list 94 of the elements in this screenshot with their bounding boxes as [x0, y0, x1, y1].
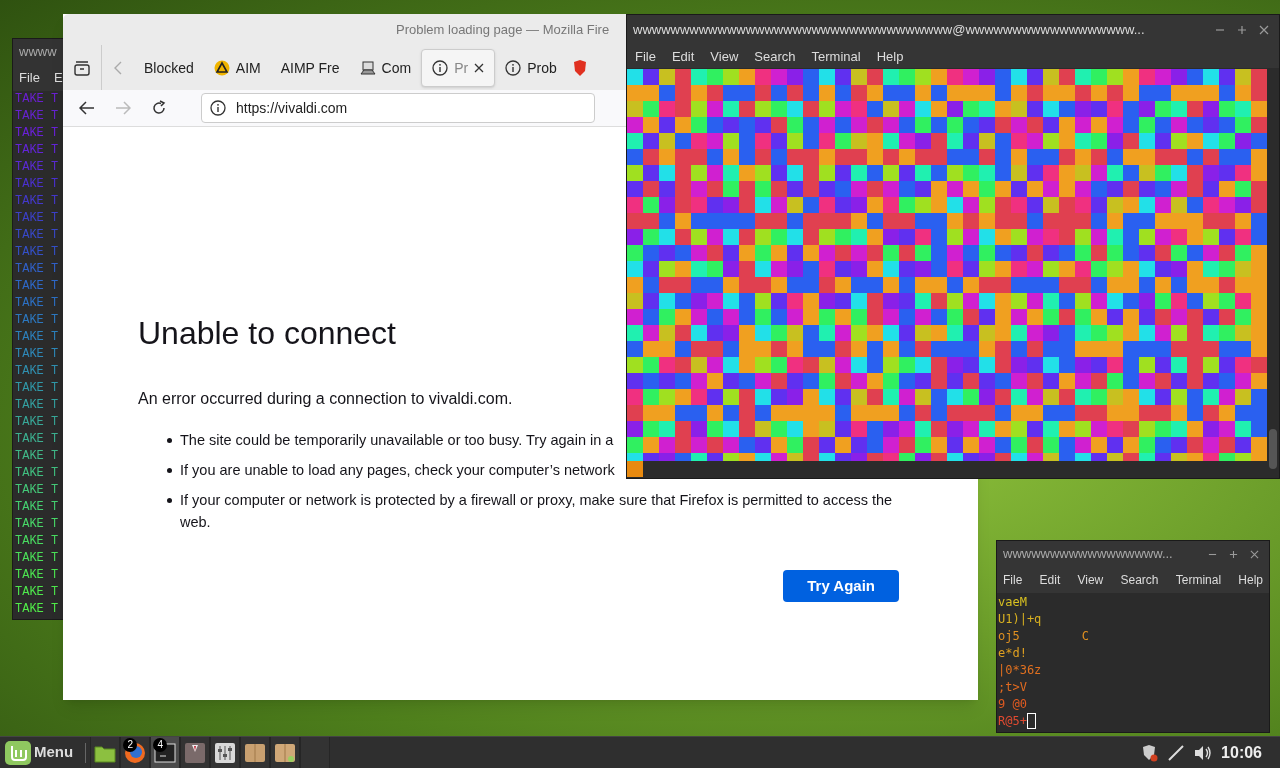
terminal-line: TAKE T: [15, 159, 60, 176]
browser-tab[interactable]: Prob: [495, 49, 567, 87]
try-again-button[interactable]: Try Again: [783, 570, 899, 602]
menu-item[interactable]: Terminal: [1175, 571, 1222, 589]
terminal-line: TAKE T: [15, 414, 60, 431]
terminal-line: TAKE T: [15, 312, 60, 329]
terminal-line: TAKE T: [15, 176, 60, 193]
error-message: An error occurred during a connection to vivaldi.com.: [138, 389, 514, 409]
menu-item[interactable]: File: [635, 46, 656, 67]
maximize-icon[interactable]: [1237, 25, 1247, 35]
terminal-text: C: [1081, 627, 1089, 645]
maximize-icon[interactable]: [1229, 549, 1238, 559]
terminal-line: TAKE T: [15, 601, 60, 618]
info-icon: [210, 100, 226, 116]
window-title: Problem loading page — Mozilla Fire: [396, 20, 610, 39]
terminal-line: TAKE T: [15, 91, 60, 108]
reload-icon[interactable]: [151, 100, 167, 116]
menu-item[interactable]: Terminal: [811, 46, 861, 67]
terminal-line: TAKE T: [15, 193, 60, 210]
menu-item[interactable]: View: [1077, 571, 1104, 589]
triangle-logo-icon: [213, 60, 230, 76]
window-title: wwwwwwwwwwwwwwwww...: [1003, 545, 1173, 564]
browser-tab[interactable]: AIM: [203, 49, 271, 87]
terminal-line: TAKE T: [15, 278, 60, 295]
cursor-block-icon: [627, 461, 643, 477]
window-count-badge: 2: [123, 737, 138, 752]
terminal-line: e*d!: [998, 644, 1027, 662]
clock[interactable]: 10:06: [1221, 740, 1262, 765]
terminal-line: TAKE T: [15, 346, 60, 363]
tray-icon[interactable]: [73, 58, 91, 77]
close-icon[interactable]: [474, 63, 485, 73]
lion-shield-icon[interactable]: [572, 59, 587, 76]
taskbar-app[interactable]: 2: [120, 736, 151, 768]
info-icon: [505, 60, 522, 76]
terminal-line: TAKE T: [15, 465, 60, 482]
terminal-line: TAKE T: [15, 244, 60, 261]
terminal-line: TAKE T: [15, 516, 60, 533]
terminal-line: TAKE T: [15, 482, 60, 499]
terminal-line: TAKE T: [15, 227, 60, 244]
terminal-line: TAKE T: [15, 550, 60, 567]
menu-item[interactable]: Help: [1238, 571, 1263, 589]
scrollbar[interactable]: [1269, 429, 1277, 469]
terminal-line: TAKE T: [15, 499, 60, 516]
menu-item[interactable]: E: [53, 68, 63, 88]
browser-tab[interactable]: Blocked: [134, 49, 204, 87]
terminal-line: TAKE T: [15, 329, 60, 346]
terminal-line: TAKE T: [15, 261, 60, 278]
terminal-line: TAKE T: [15, 210, 60, 227]
window-title: wwww: [19, 43, 57, 62]
window-count-badge: 4: [153, 737, 168, 752]
suggestion-text: The site could be temporarily unavailable or too busy. Try again in a: [180, 431, 614, 450]
terminal-line: TAKE T: [15, 397, 60, 414]
menu-item[interactable]: Search: [1120, 571, 1159, 589]
back-arrow-icon[interactable]: [79, 101, 95, 115]
taskbar-app[interactable]: [90, 736, 121, 768]
error-heading: Unable to connect: [138, 317, 397, 349]
terminal-line: |0*36z: [998, 661, 1042, 679]
terminal-line: TAKE T: [15, 295, 60, 312]
terminal-line: vaeM: [998, 593, 1027, 611]
taskbar-app[interactable]: 4: [150, 736, 181, 768]
terminal-line: 9 @0: [998, 695, 1027, 713]
mint-logo-icon: [4, 739, 32, 766]
menu-item[interactable]: View: [710, 46, 739, 67]
shield-icon[interactable]: [1141, 743, 1160, 762]
terminal-line: oj5: [998, 627, 1020, 645]
menu-item[interactable]: Help: [876, 46, 904, 67]
menu-button[interactable]: Menu: [0, 737, 82, 768]
network-cable-icon[interactable]: [1167, 743, 1186, 762]
menu-item[interactable]: Edit: [1039, 571, 1061, 589]
terminal-line: TAKE T: [15, 142, 60, 159]
terminal-line: TAKE T: [15, 533, 60, 550]
url-field[interactable]: https://vivaldi.com: [201, 93, 595, 123]
terminal-line: ;t>V: [998, 678, 1027, 696]
suggestion-text: If your computer or network is protected by a firewall or proxy, make sure that Firefox is permitted to access the web.: [180, 491, 894, 532]
window-title: wwwwwwwwwwwwwwwwwwwwwwwwwwwwwwwwww@wwwwwwwwwwwwwwwwww...: [633, 21, 1145, 40]
menu-item[interactable]: Edit: [671, 46, 695, 67]
menu-item[interactable]: Search: [754, 46, 796, 67]
suggestion-text: If you are unable to load any pages, check your computer’s network: [180, 461, 615, 480]
terminal-line: TAKE T: [15, 448, 60, 465]
terminal-line: TAKE T: [15, 363, 60, 380]
info-icon: [432, 60, 449, 76]
terminal-line: TAKE T: [15, 584, 60, 601]
menu-item[interactable]: File: [19, 68, 40, 88]
terminal-line: TAKE T: [15, 125, 60, 142]
terminal-line: U1)|+q: [998, 610, 1042, 628]
terminal-line: R@5+: [998, 712, 1027, 730]
terminal-line: TAKE T: [15, 567, 60, 584]
terminal-line: TAKE T: [15, 431, 60, 448]
computer-icon: [359, 60, 376, 76]
browser-tab[interactable]: Com: [349, 49, 422, 87]
browser-tab[interactable]: AIMP Fre: [270, 49, 350, 87]
menu-item[interactable]: File: [1003, 571, 1023, 589]
terminal-line: TAKE T: [15, 380, 60, 397]
terminal-line: TAKE T: [15, 108, 60, 125]
